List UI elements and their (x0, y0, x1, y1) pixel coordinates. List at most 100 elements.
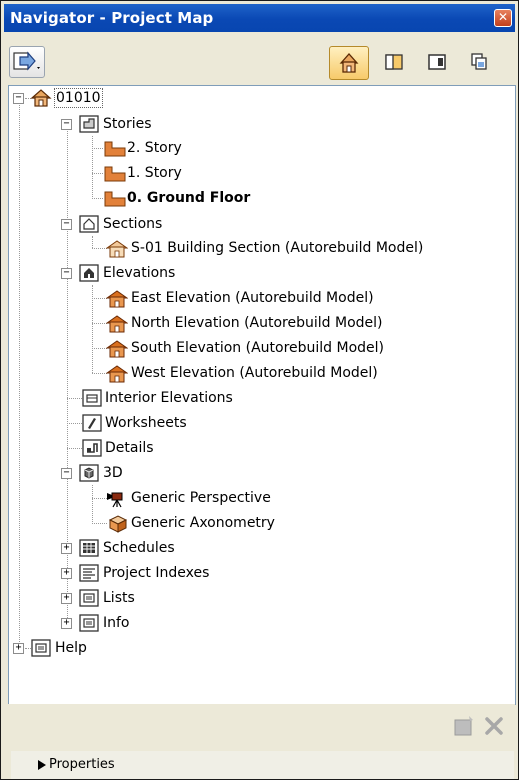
details-icon (82, 439, 102, 457)
expand-arrow-icon (38, 760, 46, 770)
title-bar[interactable]: Navigator - Project Map ✕ (4, 4, 515, 32)
view-map-button[interactable] (378, 46, 410, 78)
elevation-house-icon (106, 315, 128, 333)
tree-node-story[interactable]: 1. Story (9, 162, 309, 184)
delete-x-icon (485, 717, 503, 735)
tree-label: 0. Ground Floor (127, 190, 251, 206)
tree-node-3d[interactable]: − 3D (9, 462, 309, 484)
tree-node-story[interactable]: 2. Story (9, 137, 309, 159)
tree-label: 3D (103, 465, 123, 481)
tree-node-3d-view[interactable]: Generic Perspective (9, 487, 309, 509)
tree-node-section[interactable]: S-01 Building Section (Autorebuild Model… (9, 237, 469, 259)
close-button[interactable]: ✕ (494, 9, 512, 27)
tree-node-schedules[interactable]: + Schedules (9, 537, 309, 559)
delete-button[interactable] (482, 714, 506, 738)
elevation-house-icon (106, 340, 128, 358)
project-house-icon (30, 89, 52, 107)
story-icon (104, 191, 126, 207)
tree-node-root[interactable]: − 01010 (9, 87, 309, 109)
tree-node-help[interactable]: + Help (9, 637, 309, 659)
navigator-window: Navigator - Project Map ✕ − 01010 − Stor… (0, 0, 519, 780)
tree-node-elevation[interactable]: West Elevation (Autorebuild Model) (9, 362, 429, 384)
expand-toggle[interactable]: + (61, 568, 72, 579)
collapse-toggle[interactable]: − (61, 268, 72, 279)
tree-label: Info (103, 615, 130, 631)
tree-label: 1. Story (127, 165, 182, 181)
interior-elevations-icon (82, 389, 102, 407)
tree-node-elevation[interactable]: North Elevation (Autorebuild Model) (9, 312, 429, 334)
tree-label: Schedules (103, 540, 175, 556)
project-map-icon (339, 53, 359, 73)
elevation-house-icon (106, 365, 128, 383)
tree-node-details[interactable]: Details (9, 437, 309, 459)
tree-label: Help (55, 640, 87, 656)
tree-node-info[interactable]: + Info (9, 612, 309, 634)
navigate-arrow-icon (13, 51, 40, 71)
expand-toggle[interactable]: + (61, 543, 72, 554)
tree-label: Details (105, 440, 154, 456)
tree-label: Worksheets (105, 415, 187, 431)
tree-label: Sections (103, 216, 163, 232)
project-map-tree[interactable]: − 01010 − Stories 2. Story 1. Story 0. G… (8, 85, 516, 705)
story-icon (104, 166, 126, 182)
tree-node-lists[interactable]: + Lists (9, 587, 309, 609)
bottom-action-bar (4, 704, 515, 748)
expand-toggle[interactable]: + (61, 593, 72, 604)
tree-label: Stories (103, 116, 152, 132)
tree-label: Lists (103, 590, 135, 606)
tree-label: South Elevation (Autorebuild Model) (131, 340, 385, 356)
camera-icon (107, 492, 123, 508)
tree-label: Generic Axonometry (131, 515, 275, 531)
tree-label: S-01 Building Section (Autorebuild Model… (131, 240, 424, 256)
schedules-icon (79, 539, 99, 557)
tree-node-elevations[interactable]: − Elevations (9, 262, 309, 284)
expand-toggle[interactable]: + (61, 618, 72, 629)
axonometry-box-icon (108, 515, 128, 533)
new-item-button[interactable] (452, 714, 476, 738)
tree-node-elevation[interactable]: East Elevation (Autorebuild Model) (9, 287, 429, 309)
publisher-sets-button[interactable] (464, 46, 496, 78)
tree-node-project-indexes[interactable]: + Project Indexes (9, 562, 309, 584)
tree-label: East Elevation (Autorebuild Model) (131, 290, 374, 306)
window-title: Navigator - Project Map (10, 9, 214, 27)
help-icon (31, 639, 51, 657)
tree-label: Project Indexes (103, 565, 210, 581)
tree-label: 01010 (54, 88, 103, 108)
collapse-toggle[interactable]: − (61, 119, 72, 130)
navigate-button[interactable] (9, 46, 45, 78)
tree-node-interior-elevations[interactable]: Interior Elevations (9, 387, 309, 409)
tree-label: Interior Elevations (105, 390, 233, 406)
view-map-icon (385, 54, 403, 70)
sections-folder-icon (79, 215, 99, 233)
worksheets-icon (82, 414, 102, 432)
elevations-folder-icon (79, 264, 99, 282)
tree-label: Generic Perspective (131, 490, 271, 506)
expand-toggle[interactable]: + (13, 643, 24, 654)
layout-book-button[interactable] (421, 46, 453, 78)
new-folder-icon (454, 716, 473, 736)
project-map-button[interactable] (329, 46, 369, 80)
collapse-toggle[interactable]: − (61, 219, 72, 230)
tree-node-stories[interactable]: − Stories (9, 113, 309, 135)
tree-node-worksheets[interactable]: Worksheets (9, 412, 309, 434)
layout-book-icon (428, 54, 446, 70)
section-house-icon (106, 240, 128, 258)
stories-folder-icon (79, 115, 99, 133)
info-icon (79, 614, 99, 632)
project-indexes-icon (79, 564, 99, 582)
tree-node-sections[interactable]: − Sections (9, 213, 309, 235)
collapse-toggle[interactable]: − (13, 93, 24, 104)
collapse-toggle[interactable]: − (61, 468, 72, 479)
properties-label: Properties (49, 757, 115, 772)
lists-icon (79, 589, 99, 607)
tree-node-3d-view[interactable]: Generic Axonometry (9, 512, 309, 534)
tree-label: 2. Story (127, 140, 182, 156)
publisher-sets-icon (471, 53, 487, 70)
tree-node-elevation[interactable]: South Elevation (Autorebuild Model) (9, 337, 429, 359)
toolbar (6, 36, 514, 86)
tree-label: North Elevation (Autorebuild Model) (131, 315, 383, 331)
tree-node-story-current[interactable]: 0. Ground Floor (9, 187, 309, 209)
tree-label: Elevations (103, 265, 176, 281)
3d-folder-icon (79, 464, 99, 482)
tree-label: West Elevation (Autorebuild Model) (131, 365, 378, 381)
